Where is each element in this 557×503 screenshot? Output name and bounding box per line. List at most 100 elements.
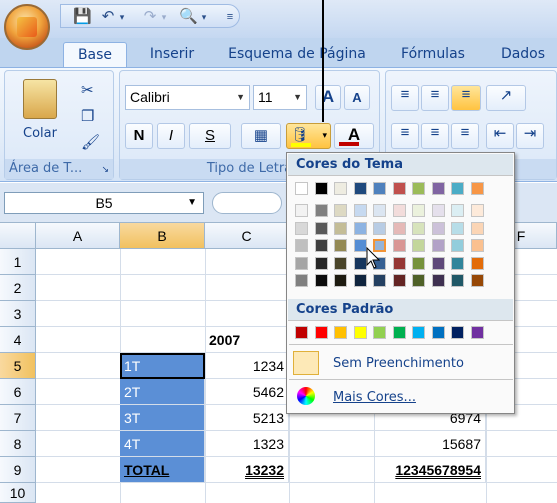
align-middle-button[interactable]: ≡: [421, 85, 449, 111]
redo-dropdown-icon[interactable]: ▾: [155, 8, 173, 26]
theme-shade-swatch[interactable]: [431, 239, 445, 252]
theme-shade-swatch[interactable]: [295, 274, 308, 287]
theme-shade-swatch[interactable]: [353, 256, 367, 270]
theme-color-swatch[interactable]: [470, 182, 484, 195]
theme-shade-swatch[interactable]: [392, 204, 406, 217]
theme-color-swatch[interactable]: [353, 182, 367, 195]
cell-b7[interactable]: 3T: [120, 405, 205, 431]
cell-b6[interactable]: 2T: [120, 379, 205, 405]
theme-shade-swatch[interactable]: [412, 274, 425, 287]
theme-shade-swatch[interactable]: [334, 204, 347, 217]
theme-shade-swatch[interactable]: [412, 256, 425, 270]
row-header-5[interactable]: 5: [0, 353, 36, 379]
theme-color-swatch[interactable]: [373, 182, 386, 195]
theme-shade-swatch[interactable]: [314, 274, 328, 287]
name-box-dropdown-icon[interactable]: ▼: [187, 193, 197, 213]
theme-shade-swatch[interactable]: [431, 256, 445, 270]
cell-c7[interactable]: 5213: [205, 405, 289, 431]
theme-shade-swatch[interactable]: [353, 204, 367, 217]
theme-shade-swatch[interactable]: [451, 256, 464, 270]
theme-shade-swatch[interactable]: [412, 204, 425, 217]
theme-shade-swatch[interactable]: [392, 221, 406, 235]
theme-shade-swatch[interactable]: [470, 204, 484, 217]
theme-shade-swatch[interactable]: [431, 274, 445, 287]
font-size-dropdown-icon[interactable]: ▼: [293, 86, 302, 108]
font-name-field[interactable]: Calibri ▼: [125, 85, 250, 110]
theme-shade-swatch[interactable]: [334, 256, 347, 270]
align-left-button[interactable]: ≡: [391, 123, 419, 149]
row-header-6[interactable]: 6: [0, 379, 36, 405]
theme-color-swatch[interactable]: [431, 182, 445, 195]
bold-button[interactable]: N: [125, 123, 153, 149]
tab-inserir[interactable]: Inserir: [138, 42, 206, 68]
grow-font-button[interactable]: A: [315, 85, 341, 110]
theme-shade-swatch[interactable]: [451, 274, 464, 287]
theme-shade-swatch[interactable]: [334, 221, 347, 235]
theme-shade-swatch[interactable]: [295, 239, 308, 252]
row-header-1[interactable]: 1: [0, 249, 36, 275]
column-header-b[interactable]: B: [120, 223, 205, 249]
row-header-4[interactable]: 4: [0, 327, 36, 353]
row-header-3[interactable]: 3: [0, 301, 36, 327]
theme-shade-swatch[interactable]: [412, 239, 425, 252]
column-header-c[interactable]: C: [205, 223, 289, 249]
standard-color-swatch[interactable]: [314, 326, 328, 339]
theme-shade-swatch[interactable]: [353, 239, 367, 252]
align-right-button[interactable]: ≡: [451, 123, 479, 149]
fill-color-button[interactable]: 🛢 ▾: [286, 123, 331, 149]
theme-shade-swatch[interactable]: [314, 221, 328, 235]
theme-shade-swatch[interactable]: [470, 239, 484, 252]
underline-button[interactable]: S: [189, 123, 231, 149]
theme-shade-swatch[interactable]: [314, 256, 328, 270]
theme-shade-swatch[interactable]: [451, 204, 464, 217]
font-name-dropdown-icon[interactable]: ▼: [236, 86, 245, 108]
row-header-2[interactable]: 2: [0, 275, 36, 301]
cell-c5[interactable]: 1234: [205, 353, 289, 379]
theme-shade-swatch[interactable]: [470, 256, 484, 270]
theme-shade-swatch[interactable]: [334, 274, 347, 287]
cell-b9[interactable]: TOTAL: [120, 457, 205, 483]
standard-color-swatch[interactable]: [334, 326, 347, 339]
tab-esquema-de-pagina[interactable]: Esquema de Página: [222, 42, 372, 68]
theme-color-swatch[interactable]: [334, 182, 347, 195]
align-bottom-button[interactable]: ≡: [451, 85, 481, 111]
formula-controls[interactable]: [212, 192, 282, 214]
row-header-7[interactable]: 7: [0, 405, 36, 431]
theme-shade-swatch[interactable]: [470, 274, 484, 287]
theme-shade-swatch[interactable]: [392, 256, 406, 270]
format-painter-icon[interactable]: 🖌: [81, 133, 100, 151]
increase-indent-button[interactable]: ⇥: [516, 123, 544, 149]
standard-color-swatch[interactable]: [295, 326, 308, 339]
more-colors-item[interactable]: Mais Cores...: [289, 385, 513, 411]
shrink-font-button[interactable]: A: [344, 85, 370, 110]
theme-color-swatch[interactable]: [392, 182, 406, 195]
print-dropdown-icon[interactable]: ▾: [195, 8, 213, 26]
tab-formulas[interactable]: Fórmulas: [388, 42, 478, 68]
save-icon[interactable]: 💾: [73, 8, 92, 26]
standard-color-swatch[interactable]: [373, 326, 386, 339]
standard-color-swatch[interactable]: [451, 326, 464, 339]
customize-qat-icon[interactable]: ≡: [221, 8, 239, 26]
theme-shade-swatch[interactable]: [451, 221, 464, 235]
theme-shade-swatch[interactable]: [392, 274, 406, 287]
cut-icon[interactable]: ✂: [81, 81, 94, 99]
theme-color-swatch[interactable]: [451, 182, 464, 195]
theme-shade-swatch[interactable]: [451, 239, 464, 252]
italic-button[interactable]: I: [157, 123, 185, 149]
select-all-corner[interactable]: [0, 223, 36, 249]
theme-shade-swatch[interactable]: [392, 239, 406, 252]
theme-shade-swatch[interactable]: [295, 256, 308, 270]
orientation-button[interactable]: ↗: [486, 85, 526, 111]
theme-shade-swatch[interactable]: [353, 221, 367, 235]
theme-shade-swatch[interactable]: [431, 204, 445, 217]
theme-shade-swatch[interactable]: [314, 204, 328, 217]
clipboard-launcher-icon[interactable]: ↘: [101, 164, 109, 175]
theme-color-swatch[interactable]: [295, 182, 308, 195]
undo-dropdown-icon[interactable]: ▾: [113, 8, 131, 26]
theme-shade-swatch[interactable]: [314, 239, 328, 252]
office-button[interactable]: [4, 4, 50, 50]
tab-dados[interactable]: Dados: [490, 42, 556, 68]
paste-label[interactable]: Colar: [23, 126, 63, 141]
theme-shade-swatch[interactable]: [412, 221, 425, 235]
cell-e9[interactable]: 12345678954: [374, 457, 486, 483]
